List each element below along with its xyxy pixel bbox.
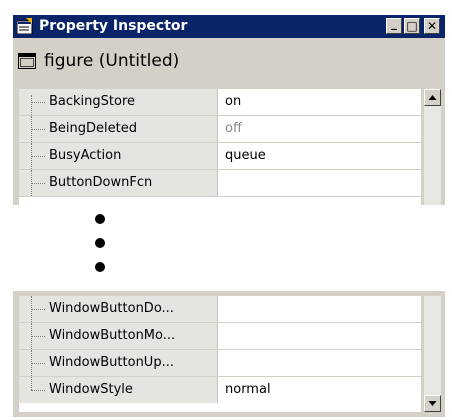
property-name-cell: ButtonDownFcn — [19, 170, 218, 196]
tree-connector — [31, 89, 51, 115]
tree-connector — [31, 143, 51, 169]
property-name-cell: WindowStyle — [19, 377, 218, 403]
maximize-icon: □ — [406, 19, 418, 33]
tree-connector — [31, 377, 51, 403]
property-name: ButtonDownFcn — [49, 175, 153, 190]
ellipsis-separator — [92, 214, 108, 276]
property-row[interactable]: BeingDeleted off — [19, 116, 421, 143]
arrow-down-icon — [428, 401, 437, 406]
property-row[interactable]: WindowButtonUp... — [19, 350, 421, 377]
property-name-cell: BusyAction — [19, 143, 218, 169]
property-name: WindowStyle — [49, 382, 133, 397]
property-value[interactable]: on — [225, 94, 241, 109]
dot-mark — [95, 238, 105, 248]
tree-connector — [31, 170, 51, 196]
property-inspector-icon — [17, 18, 33, 34]
figure-window-icon — [18, 53, 36, 69]
property-name-cell: BackingStore — [19, 89, 218, 115]
property-name-cell: WindowButtonDo... — [19, 296, 218, 322]
close-icon: ✕ — [426, 19, 438, 33]
scroll-up-button[interactable] — [424, 89, 441, 106]
tree-connector — [31, 116, 51, 142]
property-name: WindowButtonUp... — [49, 355, 174, 370]
property-inspector-window: Property Inspector _ □ ✕ figure (Untitle… — [0, 0, 452, 420]
tree-connector — [31, 296, 51, 322]
property-name-cell: WindowButtonUp... — [19, 350, 218, 376]
tree-connector — [31, 323, 51, 349]
property-name: WindowButtonDo... — [49, 301, 174, 316]
property-row[interactable]: WindowButtonDo... — [19, 296, 421, 323]
property-table-top: BackingStore on BeingDeleted off BusyAct… — [19, 89, 421, 205]
property-row[interactable]: ButtonDownFcn — [19, 170, 421, 197]
property-name: BusyAction — [49, 148, 122, 163]
property-row[interactable]: WindowButtonMo... — [19, 323, 421, 350]
minimize-button[interactable]: _ — [386, 16, 402, 34]
property-name-cell: BeingDeleted — [19, 116, 218, 142]
property-row[interactable]: BackingStore on — [19, 89, 421, 116]
vertical-scrollbar-bottom[interactable] — [424, 296, 441, 412]
property-row[interactable]: WindowStyle normal — [19, 377, 421, 404]
property-name-cell: WindowButtonMo... — [19, 323, 218, 349]
property-table-bottom: WindowButtonDo... WindowButtonMo... Wind… — [19, 296, 421, 412]
window-title: Property Inspector — [39, 18, 188, 34]
maximize-button[interactable]: □ — [404, 18, 420, 34]
close-button[interactable]: ✕ — [424, 18, 440, 34]
dot-mark — [95, 262, 105, 272]
property-value[interactable]: off — [225, 121, 242, 136]
vertical-scrollbar-top[interactable] — [424, 89, 441, 205]
property-name: WindowButtonMo... — [49, 328, 176, 343]
object-label: figure (Untitled) — [44, 51, 180, 71]
minimize-icon: _ — [391, 16, 397, 30]
scroll-down-button[interactable] — [424, 395, 441, 412]
property-row[interactable]: BusyAction queue — [19, 143, 421, 170]
property-name: BeingDeleted — [49, 121, 137, 136]
property-value[interactable]: queue — [225, 148, 266, 163]
property-name: BackingStore — [49, 94, 136, 109]
dot-mark — [95, 214, 105, 224]
property-value[interactable]: normal — [225, 382, 271, 397]
tree-connector — [31, 350, 51, 376]
title-bar[interactable]: Property Inspector _ □ ✕ — [13, 15, 445, 38]
arrow-up-icon — [428, 95, 437, 100]
